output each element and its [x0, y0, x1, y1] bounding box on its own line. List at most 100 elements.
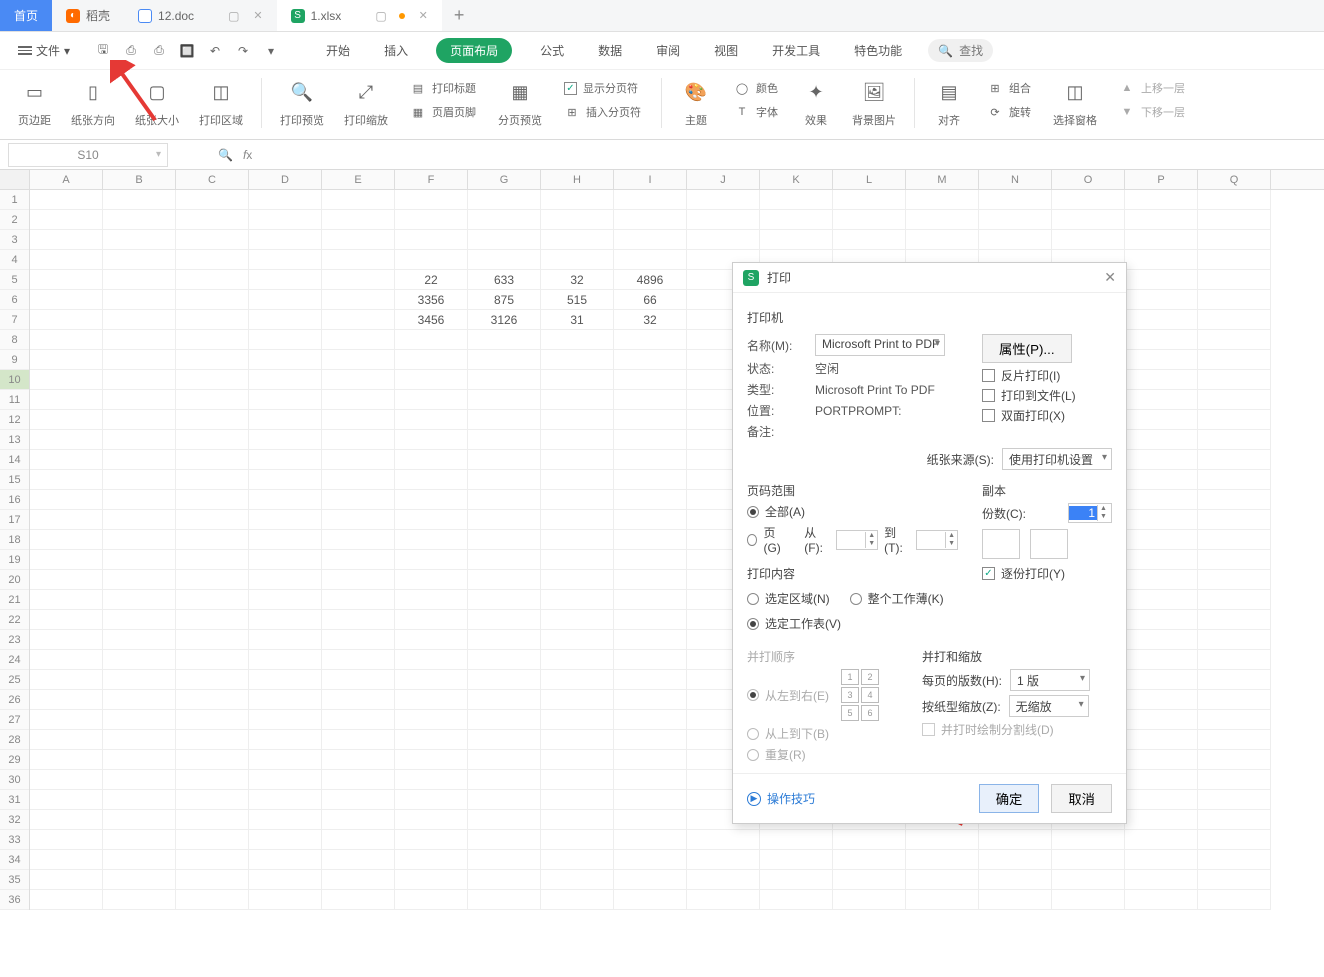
cell[interactable] — [614, 750, 687, 770]
cell[interactable] — [833, 830, 906, 850]
cell[interactable] — [176, 250, 249, 270]
cell[interactable] — [1198, 350, 1271, 370]
cell[interactable] — [1125, 790, 1198, 810]
cell[interactable] — [1198, 550, 1271, 570]
cell[interactable] — [103, 850, 176, 870]
perpage-combo[interactable]: 1 版 — [1010, 669, 1090, 691]
cell[interactable] — [541, 530, 614, 550]
cell[interactable] — [322, 310, 395, 330]
row-header[interactable]: 6 — [0, 290, 29, 310]
cell[interactable] — [322, 790, 395, 810]
row-header[interactable]: 4 — [0, 250, 29, 270]
cell[interactable] — [103, 650, 176, 670]
cell[interactable] — [249, 490, 322, 510]
cell[interactable] — [176, 190, 249, 210]
cell[interactable] — [906, 830, 979, 850]
cell[interactable] — [395, 470, 468, 490]
cell[interactable] — [541, 210, 614, 230]
cell[interactable] — [468, 850, 541, 870]
cell[interactable] — [395, 250, 468, 270]
copies-spinner[interactable]: ▲▼ — [1068, 503, 1112, 523]
cell[interactable] — [322, 850, 395, 870]
tab-window-icon[interactable]: ▢ — [375, 9, 386, 23]
cell[interactable] — [614, 610, 687, 630]
qat-dropdown-icon[interactable]: ▾ — [262, 42, 280, 60]
cell[interactable] — [1052, 210, 1125, 230]
cell[interactable] — [30, 830, 103, 850]
ok-button[interactable]: 确定 — [979, 784, 1040, 813]
cell[interactable] — [249, 790, 322, 810]
cell[interactable] — [322, 250, 395, 270]
cell[interactable] — [614, 410, 687, 430]
cell[interactable] — [103, 410, 176, 430]
cell[interactable] — [979, 890, 1052, 910]
row-header[interactable]: 24 — [0, 650, 29, 670]
row-header[interactable]: 33 — [0, 830, 29, 850]
cell[interactable] — [322, 810, 395, 830]
cell[interactable] — [687, 230, 760, 250]
cell[interactable] — [322, 710, 395, 730]
ribbon-font[interactable]: T字体 — [728, 102, 784, 122]
cell[interactable] — [322, 190, 395, 210]
cell[interactable] — [176, 730, 249, 750]
cell[interactable] — [541, 410, 614, 430]
cell[interactable] — [395, 630, 468, 650]
cell[interactable] — [249, 870, 322, 890]
menu-special[interactable]: 特色功能 — [848, 38, 908, 63]
collate-checkbox[interactable]: 逐份打印(Y) — [982, 565, 1112, 582]
ribbon-bgimg[interactable]: 🖼背景图片 — [844, 78, 904, 128]
cell[interactable] — [30, 550, 103, 570]
cell[interactable] — [1198, 870, 1271, 890]
cell[interactable] — [1198, 210, 1271, 230]
cell[interactable] — [468, 230, 541, 250]
cell[interactable] — [30, 770, 103, 790]
new-tab-button[interactable]: + — [442, 5, 477, 26]
cell[interactable] — [468, 470, 541, 490]
row-header[interactable]: 1 — [0, 190, 29, 210]
cell[interactable] — [322, 530, 395, 550]
cell[interactable] — [541, 370, 614, 390]
cell[interactable] — [614, 850, 687, 870]
cell[interactable] — [30, 890, 103, 910]
col-header[interactable]: O — [1052, 170, 1125, 189]
cell[interactable] — [249, 270, 322, 290]
cell[interactable] — [1198, 310, 1271, 330]
cell[interactable] — [614, 590, 687, 610]
cell[interactable]: 31 — [541, 310, 614, 330]
cell[interactable] — [687, 210, 760, 230]
col-header[interactable]: K — [760, 170, 833, 189]
cell[interactable] — [176, 890, 249, 910]
cell[interactable] — [249, 670, 322, 690]
cell[interactable] — [103, 250, 176, 270]
cell[interactable] — [1198, 430, 1271, 450]
cell[interactable] — [1125, 770, 1198, 790]
row-header[interactable]: 9 — [0, 350, 29, 370]
col-header[interactable]: I — [614, 170, 687, 189]
cell[interactable] — [249, 630, 322, 650]
cell[interactable] — [614, 890, 687, 910]
cell[interactable] — [30, 690, 103, 710]
cell[interactable] — [176, 810, 249, 830]
row-header[interactable]: 23 — [0, 630, 29, 650]
sel-area-radio[interactable]: 选定区域(N) — [747, 590, 830, 607]
col-header[interactable]: M — [906, 170, 979, 189]
cell[interactable] — [395, 610, 468, 630]
cell[interactable] — [30, 570, 103, 590]
cell[interactable] — [176, 550, 249, 570]
cell[interactable] — [833, 890, 906, 910]
cell[interactable] — [176, 510, 249, 530]
cell[interactable] — [249, 390, 322, 410]
cell[interactable] — [103, 890, 176, 910]
undo-icon[interactable]: ↶ — [206, 42, 224, 60]
cell[interactable] — [1198, 630, 1271, 650]
cell[interactable] — [614, 650, 687, 670]
menu-view[interactable]: 视图 — [708, 38, 744, 63]
cell[interactable] — [30, 650, 103, 670]
cell[interactable] — [979, 850, 1052, 870]
row-header[interactable]: 2 — [0, 210, 29, 230]
cell[interactable] — [249, 830, 322, 850]
cell[interactable] — [468, 590, 541, 610]
row-header[interactable]: 27 — [0, 710, 29, 730]
menu-review[interactable]: 审阅 — [650, 38, 686, 63]
cell[interactable] — [249, 770, 322, 790]
